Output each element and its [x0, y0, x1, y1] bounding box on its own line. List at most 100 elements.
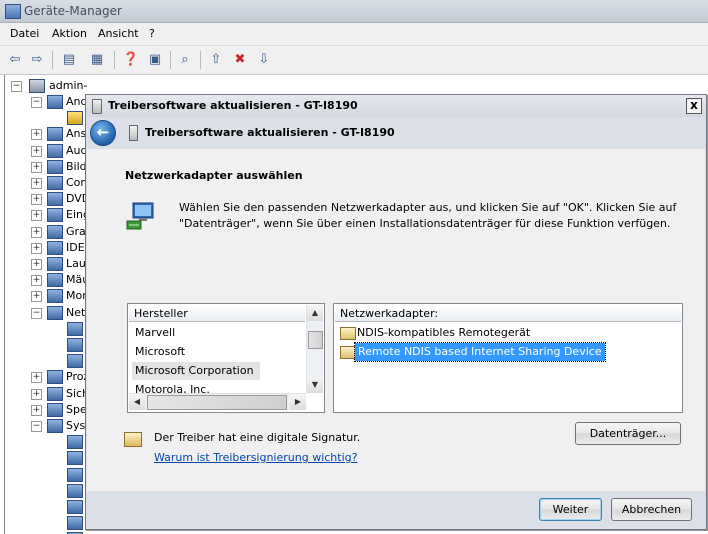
scan-hardware-icon[interactable]: ⌕	[176, 51, 194, 69]
device-category-icon	[67, 467, 83, 482]
expand-icon[interactable]: +	[31, 388, 42, 400]
signed-driver-icon	[124, 432, 142, 447]
cancel-button[interactable]: Abbrechen	[611, 498, 692, 521]
list-item[interactable]: Microsoft	[132, 343, 191, 361]
properties-icon[interactable]: ▦	[88, 51, 106, 69]
device-category-icon	[47, 224, 63, 239]
device-category-icon	[47, 143, 63, 158]
scroll-thumb[interactable]	[308, 331, 323, 349]
help-icon[interactable]: ❓	[122, 51, 140, 69]
expand-icon[interactable]: +	[31, 372, 42, 384]
device-category-icon	[67, 435, 83, 450]
certificate-icon	[340, 346, 356, 359]
update-driver-icon[interactable]: ⇧	[207, 51, 225, 69]
console-tree-icon[interactable]: ▤	[60, 51, 78, 69]
disable-device-icon[interactable]: ✖	[231, 51, 249, 69]
expand-icon[interactable]: +	[31, 129, 42, 141]
expand-icon[interactable]: +	[31, 275, 42, 287]
device-category-icon	[47, 192, 63, 207]
expand-icon[interactable]: +	[31, 259, 42, 270]
device-category-icon	[67, 338, 83, 352]
network-adapter-list[interactable]: Netzwerkadapter: NDIS-kompatibles Remote…	[333, 303, 683, 413]
have-disk-button[interactable]: Datenträger...	[575, 422, 681, 445]
phone-icon	[129, 125, 138, 141]
tree-item-label: Spe	[66, 402, 87, 416]
expand-icon[interactable]: +	[31, 194, 42, 206]
uninstall-device-icon[interactable]: ⇩	[255, 51, 273, 69]
certificate-icon	[340, 327, 356, 340]
tree-item-label: Graf	[66, 224, 87, 238]
horizontal-scrollbar[interactable]: ◀ ▶	[129, 393, 306, 410]
device-category-icon	[67, 451, 83, 466]
collapse-icon[interactable]: −	[31, 97, 42, 108]
update-driver-dialog: Treibersoftware aktualisieren - GT-I8190…	[85, 94, 707, 530]
close-button[interactable]: x	[686, 98, 702, 114]
adapter-list-header[interactable]: Netzwerkadapter:	[335, 305, 681, 322]
collapse-icon[interactable]: −	[31, 307, 42, 319]
manufacturer-list-header[interactable]: Hersteller	[129, 305, 305, 322]
computer-icon	[29, 79, 45, 93]
menu-aktion[interactable]: Aktion	[52, 27, 87, 40]
device-category-icon	[67, 483, 83, 498]
tree-item-label: Aud	[66, 143, 87, 157]
expand-icon[interactable]: +	[31, 178, 42, 189]
tree-item-label: And	[66, 95, 87, 108]
device-category-icon	[47, 289, 63, 304]
scroll-left-icon[interactable]: ◀	[129, 394, 145, 410]
menu-ansicht[interactable]: Ansicht	[98, 27, 139, 40]
device-manager-icon	[5, 4, 21, 19]
list-item-selected[interactable]: Microsoft Corporation	[132, 362, 260, 380]
device-manager-title: Geräte-Manager	[24, 4, 122, 18]
expand-icon[interactable]: +	[31, 161, 42, 173]
device-category-icon	[67, 500, 83, 514]
tree-root-label: admin-PC	[49, 79, 87, 92]
device-category-icon	[47, 419, 63, 433]
tree-item-label: Syst	[66, 419, 87, 432]
device-category-icon	[67, 321, 83, 336]
description-text: Wählen Sie den passenden Netzwerkadapter…	[179, 201, 677, 230]
device-category-icon	[67, 516, 83, 531]
device-category-icon	[47, 370, 63, 385]
dialog-titlebar: Treibersoftware aktualisieren - GT-I8190…	[86, 95, 706, 117]
toolbar: ⇦ ⇨ ▤ ▦ ❓ ▣ ⌕ ⇧ ✖ ⇩	[0, 46, 708, 75]
expand-icon[interactable]: +	[31, 404, 42, 416]
action-pane-icon[interactable]: ▣	[146, 51, 164, 69]
collapse-icon[interactable]: −	[11, 81, 22, 92]
expand-icon[interactable]: +	[31, 242, 42, 254]
expand-icon[interactable]: +	[31, 145, 42, 157]
expand-icon[interactable]: +	[31, 291, 42, 303]
expand-icon[interactable]: +	[31, 226, 42, 238]
device-category-icon	[47, 240, 63, 255]
back-arrow-icon[interactable]: ⇦	[6, 51, 24, 69]
forward-arrow-icon[interactable]: ⇨	[28, 51, 46, 69]
manufacturer-list[interactable]: Hersteller Marvell Microsoft Microsoft C…	[127, 303, 325, 413]
expand-icon[interactable]: +	[31, 210, 42, 222]
scroll-right-icon[interactable]: ▶	[290, 394, 306, 410]
back-button[interactable]: ←	[90, 120, 116, 146]
scroll-down-icon[interactable]: ▼	[307, 377, 323, 393]
list-item[interactable]: Marvell	[132, 324, 181, 342]
tree-item-label: Ans	[66, 127, 87, 141]
tree-item-label: DVD	[66, 192, 87, 206]
device-category-icon	[47, 176, 63, 190]
scroll-thumb[interactable]	[147, 395, 287, 410]
tree-item-label: Eing	[66, 208, 87, 222]
phone-icon	[92, 99, 102, 114]
next-button[interactable]: Weiter	[539, 498, 602, 521]
vertical-scrollbar[interactable]: ▲ ▼	[306, 305, 323, 393]
collapse-icon[interactable]: −	[31, 421, 42, 432]
tree-item-label: Bild	[66, 159, 87, 173]
scroll-up-icon[interactable]: ▲	[307, 305, 323, 321]
adapter-item-label: Remote NDIS based Internet Sharing Devic…	[354, 342, 606, 362]
menu-help[interactable]: ?	[149, 27, 155, 40]
network-adapter-icon	[126, 202, 154, 230]
dialog-title: Treibersoftware aktualisieren - GT-I8190	[108, 99, 358, 112]
wizard-title: Treibersoftware aktualisieren - GT-I8190	[145, 126, 395, 139]
signature-info-link[interactable]: Warum ist Treibersignierung wichtig?	[154, 451, 357, 464]
device-category-icon	[47, 273, 63, 288]
menu-datei[interactable]: Datei	[10, 27, 39, 40]
device-tree: − admin-PC − And + Ans + Aud + Bild + Com + DVD + Ein…	[4, 75, 87, 534]
tree-item-label: Com	[66, 176, 87, 189]
tree-item-label: Netz	[66, 305, 87, 319]
device-category-icon	[47, 127, 63, 142]
